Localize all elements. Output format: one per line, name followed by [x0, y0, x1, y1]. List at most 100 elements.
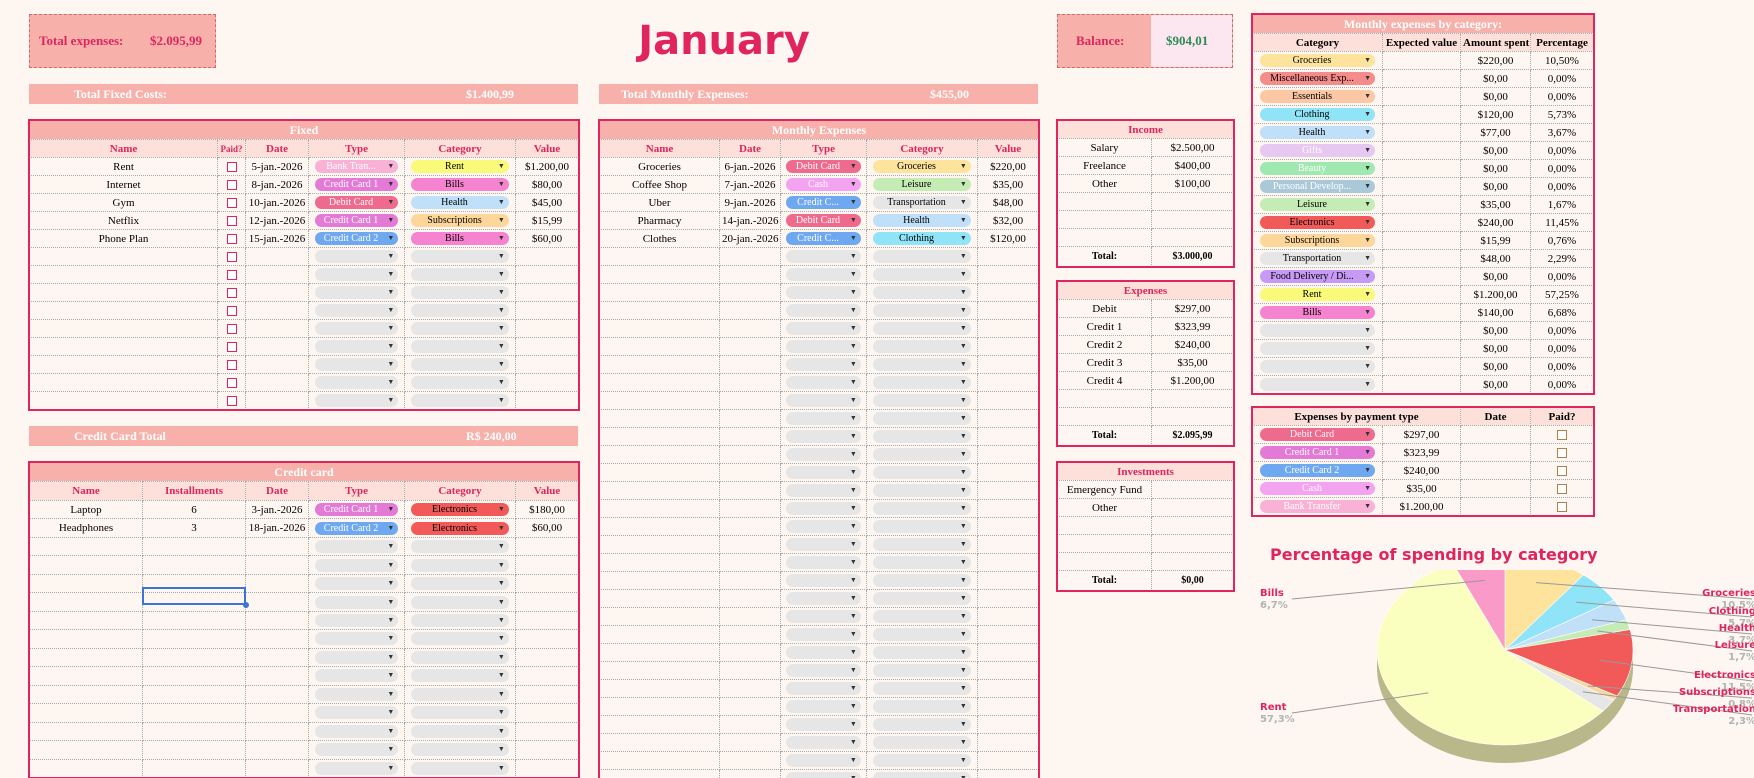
category-cell[interactable]: ▼ [404, 629, 516, 649]
type-cell[interactable]: Cash ▼ [780, 175, 867, 194]
paid-cell[interactable] [217, 283, 246, 302]
value-cell[interactable] [976, 427, 1040, 446]
category-dropdown[interactable]: ▼ [411, 595, 509, 609]
expected-cell[interactable] [1382, 321, 1461, 340]
type-cell[interactable]: Credit Card 1 ▼ [308, 211, 405, 230]
value-cell[interactable] [514, 684, 580, 705]
date-cell[interactable] [719, 679, 781, 698]
name-cell[interactable] [599, 679, 720, 698]
date-cell[interactable] [719, 481, 781, 500]
date-cell[interactable]: 10-jan.-2026 [245, 193, 309, 212]
type-cell[interactable]: ▼ [780, 607, 867, 626]
type-cell[interactable]: ▼ [780, 445, 867, 464]
expected-cell[interactable] [1382, 285, 1461, 304]
value-cell[interactable] [976, 517, 1040, 536]
paid-cell[interactable] [1530, 461, 1594, 480]
value-cell[interactable]: $35,00 [1382, 479, 1461, 498]
name-cell[interactable] [29, 265, 218, 284]
type-dropdown[interactable]: Debit Card ▼ [786, 214, 861, 227]
value-cell[interactable] [514, 573, 580, 594]
value-cell[interactable] [976, 661, 1040, 680]
percent-cell[interactable]: 0,76% [1529, 231, 1595, 250]
category-cell[interactable]: ▼ [866, 427, 978, 446]
type-cell[interactable]: Bank Tran... ▼ [308, 157, 405, 176]
name-cell[interactable] [599, 697, 720, 716]
category-cell[interactable]: Leisure ▼ [1252, 195, 1383, 214]
category-cell[interactable]: ▼ [404, 355, 516, 374]
label-cell[interactable]: Emergency Fund [1057, 480, 1152, 499]
date-cell[interactable] [719, 553, 781, 572]
value-cell[interactable] [976, 499, 1040, 518]
label-cell[interactable] [1057, 407, 1152, 426]
expected-cell[interactable] [1382, 177, 1461, 196]
category-cell[interactable]: ▼ [404, 337, 516, 356]
name-cell[interactable] [29, 283, 218, 302]
label-cell[interactable]: Other [1057, 498, 1152, 517]
payment-type-cell[interactable]: Cash ▼ [1252, 479, 1383, 498]
category-cell[interactable]: ▼ [404, 610, 516, 631]
name-cell[interactable] [29, 391, 218, 410]
type-cell[interactable]: ▼ [308, 373, 405, 392]
label-cell[interactable] [1057, 534, 1152, 553]
category-dropdown[interactable]: Groceries ▼ [873, 160, 971, 173]
type-cell[interactable]: ▼ [780, 373, 867, 392]
category-dropdown[interactable]: ▼ [411, 268, 509, 281]
paid-checkbox[interactable] [226, 395, 237, 406]
category-dropdown[interactable]: Health ▼ [873, 214, 971, 227]
date-cell[interactable]: 3-jan.-2026 [245, 499, 309, 520]
name-cell[interactable]: Coffee Shop [599, 175, 720, 194]
type-cell[interactable]: Debit Card ▼ [780, 211, 867, 230]
date-cell[interactable] [719, 427, 781, 446]
type-dropdown[interactable]: ▼ [786, 538, 861, 551]
value-cell[interactable] [976, 679, 1040, 698]
category-cell[interactable]: ▼ [404, 721, 516, 742]
type-dropdown[interactable]: ▼ [786, 628, 861, 641]
name-cell[interactable] [599, 427, 720, 446]
paid-checkbox[interactable] [1557, 447, 1567, 458]
date-cell[interactable] [719, 517, 781, 536]
date-cell[interactable]: 12-jan.-2026 [245, 211, 309, 230]
paid-checkbox[interactable] [226, 179, 237, 190]
category-dropdown[interactable]: ▼ [411, 687, 509, 701]
type-dropdown[interactable]: ▼ [314, 268, 399, 281]
category-cell[interactable]: Gifts ▼ [1252, 141, 1383, 160]
date-cell[interactable] [719, 589, 781, 608]
type-cell[interactable]: ▼ [308, 740, 405, 760]
category-cell[interactable]: ▼ [1252, 357, 1383, 376]
category-cell[interactable]: Groceries ▼ [1252, 51, 1383, 70]
paid-checkbox[interactable] [226, 215, 237, 226]
category-cell[interactable]: ▼ [866, 337, 978, 356]
date-cell[interactable] [245, 703, 309, 723]
value-cell[interactable]: $35,00 [1151, 353, 1234, 372]
category-dropdown[interactable]: ▼ [873, 394, 971, 407]
category-dropdown[interactable]: ▼ [873, 250, 971, 263]
name-cell[interactable] [599, 553, 720, 572]
paid-checkbox[interactable] [226, 305, 237, 316]
date-cell[interactable]: 15-jan.-2026 [245, 229, 309, 248]
date-cell[interactable] [719, 283, 781, 302]
category-cell[interactable]: Electronics ▼ [404, 518, 516, 538]
category-cell[interactable]: Clothing ▼ [866, 229, 978, 248]
category-dropdown[interactable]: ▼ [411, 558, 509, 572]
category-cell[interactable]: Groceries ▼ [866, 157, 978, 176]
amount-cell[interactable]: $0,00 [1460, 159, 1531, 178]
category-cell[interactable]: ▼ [866, 355, 978, 374]
value-cell[interactable] [1151, 480, 1234, 499]
installments-cell[interactable] [142, 536, 246, 557]
category-dropdown[interactable]: ▼ [411, 706, 509, 720]
name-cell[interactable] [29, 355, 218, 374]
value-cell[interactable]: $323,99 [1151, 317, 1234, 336]
amount-cell[interactable]: $0,00 [1460, 87, 1531, 106]
type-cell[interactable]: ▼ [780, 499, 867, 518]
type-cell[interactable]: ▼ [308, 610, 405, 631]
category-cell[interactable]: ▼ [866, 463, 978, 482]
payment-type-cell[interactable]: Bank Transfer ▼ [1252, 497, 1383, 516]
type-cell[interactable]: ▼ [308, 247, 405, 266]
value-cell[interactable] [514, 740, 580, 760]
category-cell[interactable]: ▼ [404, 391, 516, 410]
type-dropdown[interactable]: ▼ [786, 412, 861, 425]
category-dropdown[interactable]: ▼ [411, 650, 509, 664]
type-dropdown[interactable]: ▼ [786, 376, 861, 389]
type-dropdown[interactable]: Credit C... ▼ [786, 232, 861, 245]
value-cell[interactable] [976, 481, 1040, 500]
